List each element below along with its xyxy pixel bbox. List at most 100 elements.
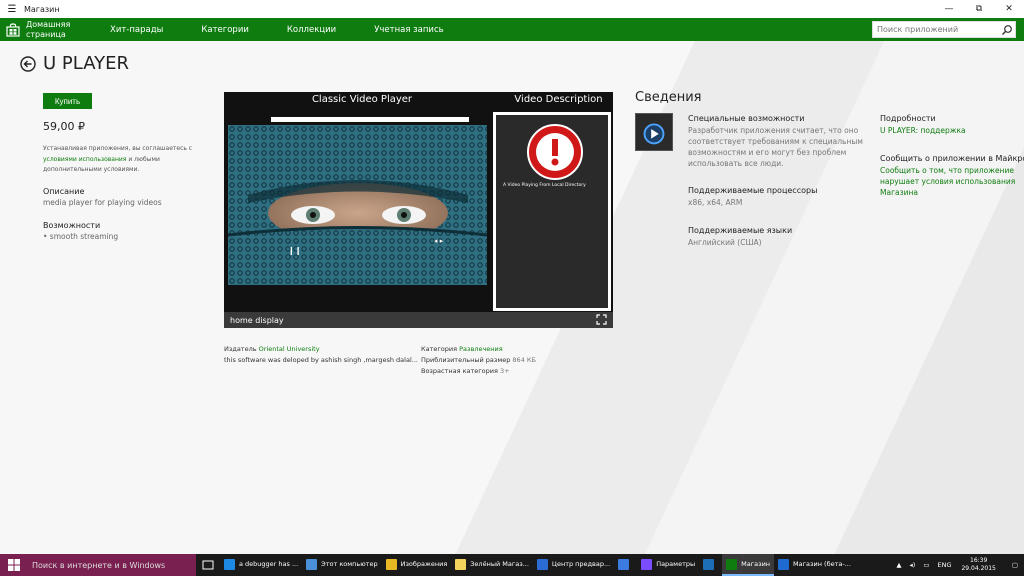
features-label: Возможности xyxy=(43,221,101,230)
terms-of-use-link[interactable]: условиями использования xyxy=(43,156,126,163)
close-button[interactable]: ✕ xyxy=(994,4,1024,14)
license-mid: и любыми xyxy=(126,155,160,163)
accessibility-line1: Разработчик приложения считает, что оно xyxy=(688,126,859,135)
store-bag-icon xyxy=(6,22,20,37)
search-box xyxy=(872,21,1016,38)
taskbar-item-feedback[interactable] xyxy=(614,554,637,576)
accessibility-line3: возможностям и его могут без проблем xyxy=(688,148,847,157)
fullscreen-icon[interactable] xyxy=(596,314,607,325)
report-link-line2[interactable]: нарушает условия использования xyxy=(880,176,1015,187)
description-value: media player for playing videos xyxy=(43,198,162,207)
age-label: Возрастная категория xyxy=(421,367,498,375)
video-description-text: A Video Playing From Local Directory xyxy=(503,183,586,188)
languages-title: Поддерживаемые языки xyxy=(688,226,793,235)
taskbar-item-store-beta[interactable]: Магазин (бета-... xyxy=(774,554,855,576)
tray-people-icon[interactable]: ▲ xyxy=(897,561,902,569)
nav-top-charts[interactable]: Хит-парады xyxy=(110,25,163,35)
note-icon xyxy=(455,558,467,570)
developer-note: this software was deloped by ashish sing… xyxy=(224,356,418,364)
publisher-link[interactable]: Oriental University xyxy=(259,345,320,353)
license-post: дополнительными условиями. xyxy=(43,166,140,173)
home-button[interactable]: Домашняя страница xyxy=(0,20,100,40)
task-view-icon[interactable] xyxy=(202,560,214,570)
store-icon xyxy=(726,558,738,570)
minimize-button[interactable]: — xyxy=(934,4,964,14)
taskbar-item-store[interactable]: Магазин xyxy=(722,554,775,576)
preview-hub-icon xyxy=(536,558,548,570)
restore-button[interactable]: ⧉ xyxy=(964,4,994,14)
taskbar-search-text: Поиск в интернете и в Windows xyxy=(32,560,166,570)
screenshot-progress-bar xyxy=(271,117,469,122)
back-arrow-icon[interactable] xyxy=(20,56,36,72)
accessibility-title: Специальные возможности xyxy=(688,114,805,123)
category-link[interactable]: Развлечения xyxy=(459,345,503,353)
publisher-label: Издатель xyxy=(224,345,257,353)
search-icon[interactable] xyxy=(1001,24,1013,36)
window-title: Магазин xyxy=(24,4,60,14)
app-title: U PLAYER xyxy=(43,53,129,74)
folder-icon xyxy=(385,558,397,570)
buy-button[interactable]: Купить xyxy=(43,93,92,109)
license-text: Устанавливая приложения, вы соглашаетесь… xyxy=(43,144,193,176)
report-link-line1[interactable]: Сообщить о том, что приложение xyxy=(880,165,1014,176)
description-label: Описание xyxy=(43,187,85,196)
video-frame-image: ❙❙ ◂ ▸ xyxy=(228,125,487,297)
license-pre: Устанавливая приложения, вы соглашаетесь… xyxy=(43,145,193,152)
taskbar-item-this-pc[interactable]: Этот компьютер xyxy=(302,554,381,576)
tray-language[interactable]: ENG xyxy=(937,561,951,569)
search-input[interactable] xyxy=(877,25,1001,34)
windows-logo-icon[interactable] xyxy=(8,559,20,571)
sparkle-icon xyxy=(703,558,715,570)
taskbar-item-debugger[interactable]: a debugger has ... xyxy=(220,554,302,576)
taskbar-items: a debugger has ... Этот компьютер Изобра… xyxy=(220,554,855,576)
app-screenshot[interactable]: Classic Video Player Video Description ❙… xyxy=(224,92,613,328)
nav-collections[interactable]: Коллекции xyxy=(287,25,336,35)
svg-text:❙❙: ❙❙ xyxy=(288,246,301,255)
gear-icon xyxy=(641,558,653,570)
nav-account[interactable]: Учетная запись xyxy=(374,25,443,35)
taskbar-item-preview-center[interactable]: Центр предвар... xyxy=(533,554,614,576)
taskbar: Поиск в интернете и в Windows a debugger… xyxy=(0,554,1024,576)
screenshot-caption-text: home display xyxy=(230,315,284,325)
feedback-icon xyxy=(618,558,630,570)
tray-clock[interactable]: 16:39 29.04.2015 xyxy=(961,557,995,573)
app-icon xyxy=(635,113,673,151)
taskbar-item-settings[interactable]: Параметры xyxy=(637,554,699,576)
features-value: • smooth streaming xyxy=(43,232,119,241)
computer-icon xyxy=(306,558,318,570)
hamburger-menu-icon[interactable]: ☰ xyxy=(0,4,24,15)
home-label-line1: Домашняя xyxy=(26,19,71,29)
nav-categories[interactable]: Категории xyxy=(201,25,249,35)
tray-network-icon[interactable]: ▭ xyxy=(923,561,929,569)
publisher-line: Издатель Oriental University xyxy=(224,345,320,353)
tray-volume-icon[interactable]: ◂) xyxy=(910,561,916,569)
screenshot-header-description: Video Description xyxy=(514,94,603,105)
age-value: 3+ xyxy=(500,367,510,375)
system-tray: ▲ ◂) ▭ ENG 16:39 29.04.2015 ▢ xyxy=(889,554,1024,576)
video-description-panel: A Video Playing From Local Directory xyxy=(493,112,611,311)
title-bar: ☰ Магазин — ⧉ ✕ xyxy=(0,0,1024,18)
clock-time: 16:39 xyxy=(970,557,988,564)
screenshot-caption: home display xyxy=(224,312,613,328)
exclamation-alert-icon xyxy=(527,124,583,180)
svg-text:◂ ▸: ◂ ▸ xyxy=(434,237,444,245)
ie-icon xyxy=(224,558,235,570)
support-link[interactable]: U PLAYER: поддержка xyxy=(880,125,966,136)
size-line: Приблизительный размер 864 КБ xyxy=(421,356,536,364)
taskbar-search[interactable]: Поиск в интернете и в Windows xyxy=(0,554,196,576)
details-title: Подробности xyxy=(880,114,936,123)
languages-value: Английский (США) xyxy=(688,238,762,247)
taskbar-item-green-store[interactable]: Зелёный Магаз... xyxy=(451,554,533,576)
taskbar-item-pictures[interactable]: Изображения xyxy=(382,554,452,576)
report-link-line3[interactable]: Магазина xyxy=(880,187,918,198)
accessibility-line2: соответствует требованиям к специальным xyxy=(688,137,863,146)
screenshot-header-player: Classic Video Player xyxy=(311,94,413,105)
taskbar-item-sparkle[interactable] xyxy=(699,554,722,576)
processors-title: Поддерживаемые процессоры xyxy=(688,186,818,195)
category-line: Категория Развлечения xyxy=(421,345,503,353)
app-price: 59,00 ₽ xyxy=(43,120,85,133)
processors-value: x86, x64, ARM xyxy=(688,198,743,207)
info-header: Сведения xyxy=(635,90,702,105)
category-label: Категория xyxy=(421,345,458,353)
notification-icon[interactable]: ▢ xyxy=(1012,561,1018,569)
